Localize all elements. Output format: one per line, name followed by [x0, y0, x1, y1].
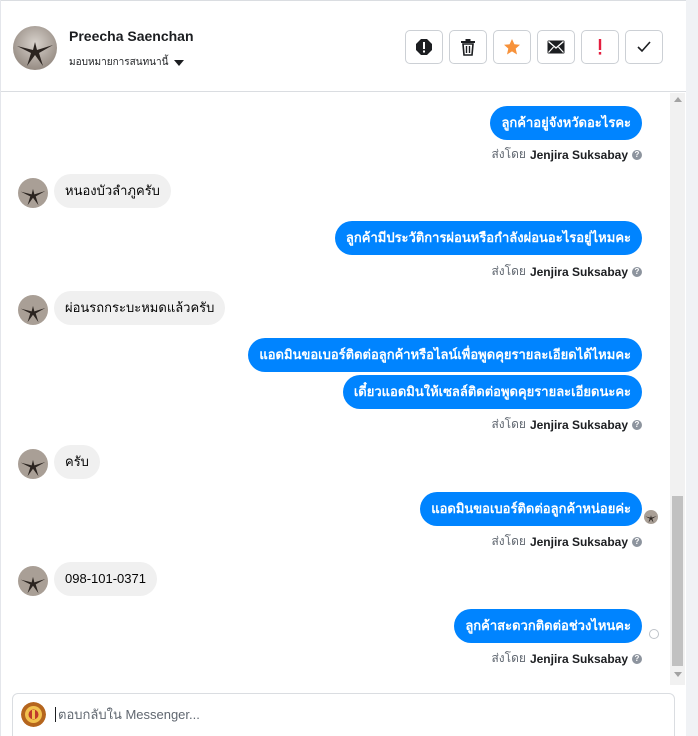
sent-by-label: ส่งโดย Jenjira Suksabay ? — [491, 262, 642, 281]
sender-name: Jenjira Suksabay — [529, 651, 628, 666]
contact-avatar-small — [18, 566, 48, 596]
sent-by-prefix: ส่งโดย — [491, 534, 526, 548]
incoming-message[interactable]: ครับ — [54, 445, 100, 479]
scrollbar-thumb[interactable] — [672, 496, 683, 666]
trash-icon — [461, 39, 475, 56]
outgoing-message[interactable]: ลูกค้ามีประวัติการผ่อนหรือกำลังผ่อนอะไรอ… — [334, 221, 642, 255]
sent-by-label: ส่งโดย Jenjira Suksabay ? — [491, 415, 642, 434]
star-icon — [504, 39, 520, 55]
mark-unread-button[interactable] — [537, 30, 575, 64]
contact-name[interactable]: Preecha Saenchan — [69, 28, 194, 44]
seen-indicator-avatar — [644, 510, 658, 524]
help-icon[interactable]: ? — [632, 149, 642, 160]
report-button[interactable] — [405, 30, 443, 64]
contact-avatar-small — [18, 178, 48, 208]
incoming-message[interactable]: ผ่อนรถกระบะหมดแล้วครับ — [54, 291, 226, 325]
incoming-message[interactable]: 098-101-0371 — [54, 562, 157, 596]
contact-avatar-small — [18, 295, 48, 325]
delete-button[interactable] — [449, 30, 487, 64]
outgoing-message[interactable]: แอดมินขอเบอร์ติดต่อลูกค้าหน่อยค่ะ — [420, 492, 642, 526]
conversation-header: Preecha Saenchan มอบหมายการสนทนานี้ — [1, 0, 686, 92]
page-avatar — [21, 702, 46, 727]
assign-conversation-dropdown[interactable]: มอบหมายการสนทนานี้ — [69, 55, 185, 70]
scroll-down-arrow-icon[interactable] — [674, 672, 682, 677]
mark-done-button[interactable] — [625, 30, 663, 64]
help-icon[interactable]: ? — [632, 419, 642, 430]
message-thread: ลูกค้าอยู่จังหวัดอะไรคะ ส่งโดย Jenjira S… — [1, 93, 670, 685]
delivered-indicator-icon — [649, 629, 659, 639]
mail-icon — [547, 40, 565, 54]
report-icon — [416, 39, 432, 55]
help-icon[interactable]: ? — [632, 266, 642, 277]
outgoing-message[interactable]: ลูกค้าสะดวกติดต่อช่วงไหนคะ — [454, 609, 642, 643]
header-actions — [405, 30, 663, 64]
help-icon[interactable]: ? — [632, 653, 642, 664]
star-button[interactable] — [493, 30, 531, 64]
mark-spam-button[interactable] — [581, 30, 619, 64]
check-icon — [637, 41, 651, 53]
sent-by-label: ส่งโดย Jenjira Suksabay ? — [491, 532, 642, 551]
incoming-message[interactable]: หนองบัวลำภูครับ — [54, 174, 171, 208]
sender-name: Jenjira Suksabay — [529, 264, 628, 279]
sent-by-prefix: ส่งโดย — [491, 264, 526, 278]
sent-by-label: ส่งโดย Jenjira Suksabay ? — [491, 145, 642, 164]
exclamation-icon — [598, 39, 602, 55]
sent-by-prefix: ส่งโดย — [491, 147, 526, 161]
right-gutter — [686, 0, 698, 736]
sent-by-prefix: ส่งโดย — [491, 417, 526, 431]
outgoing-message[interactable]: แอดมินขอเบอร์ติดต่อลูกค้าหรือไลน์เพื่อพู… — [248, 338, 642, 372]
assign-label: มอบหมายการสนทนานี้ — [69, 57, 169, 68]
contact-avatar[interactable] — [13, 26, 57, 70]
contact-avatar-small — [18, 449, 48, 479]
sent-by-prefix: ส่งโดย — [491, 651, 526, 665]
help-icon[interactable]: ? — [632, 536, 642, 547]
sender-name: Jenjira Suksabay — [529, 417, 628, 432]
reply-composer — [12, 693, 675, 736]
sender-name: Jenjira Suksabay — [529, 534, 628, 549]
sent-by-label: ส่งโดย Jenjira Suksabay ? — [491, 649, 642, 668]
outgoing-message[interactable]: เดี๋ยวแอดมินให้เซลล์ติดต่อพูดคุยรายละเอี… — [342, 375, 642, 409]
chevron-down-icon — [174, 59, 185, 66]
outgoing-message[interactable]: ลูกค้าอยู่จังหวัดอะไรคะ — [490, 106, 642, 140]
sender-name: Jenjira Suksabay — [529, 147, 628, 162]
scroll-up-arrow-icon[interactable] — [674, 97, 682, 102]
reply-input[interactable] — [55, 707, 655, 722]
